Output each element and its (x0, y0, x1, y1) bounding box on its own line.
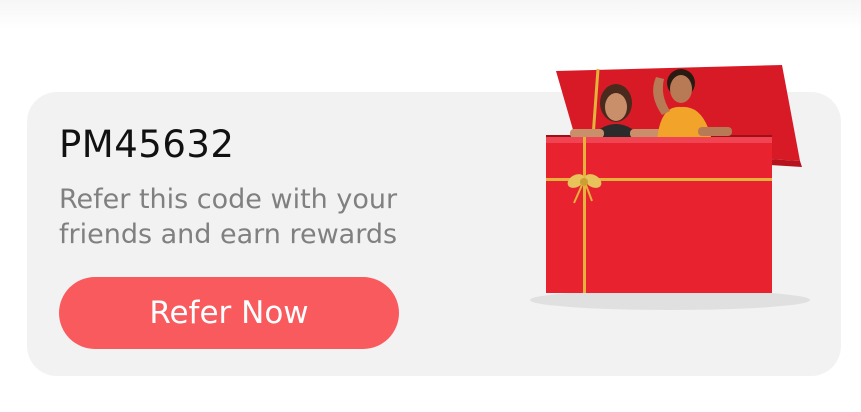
gift-box-with-people-icon (530, 65, 810, 310)
refer-now-button[interactable]: Refer Now (59, 277, 399, 349)
top-divider-shadow (0, 0, 861, 30)
referral-code: PM45632 (59, 123, 235, 166)
referral-description: Refer this code with your friends and ea… (59, 184, 398, 250)
